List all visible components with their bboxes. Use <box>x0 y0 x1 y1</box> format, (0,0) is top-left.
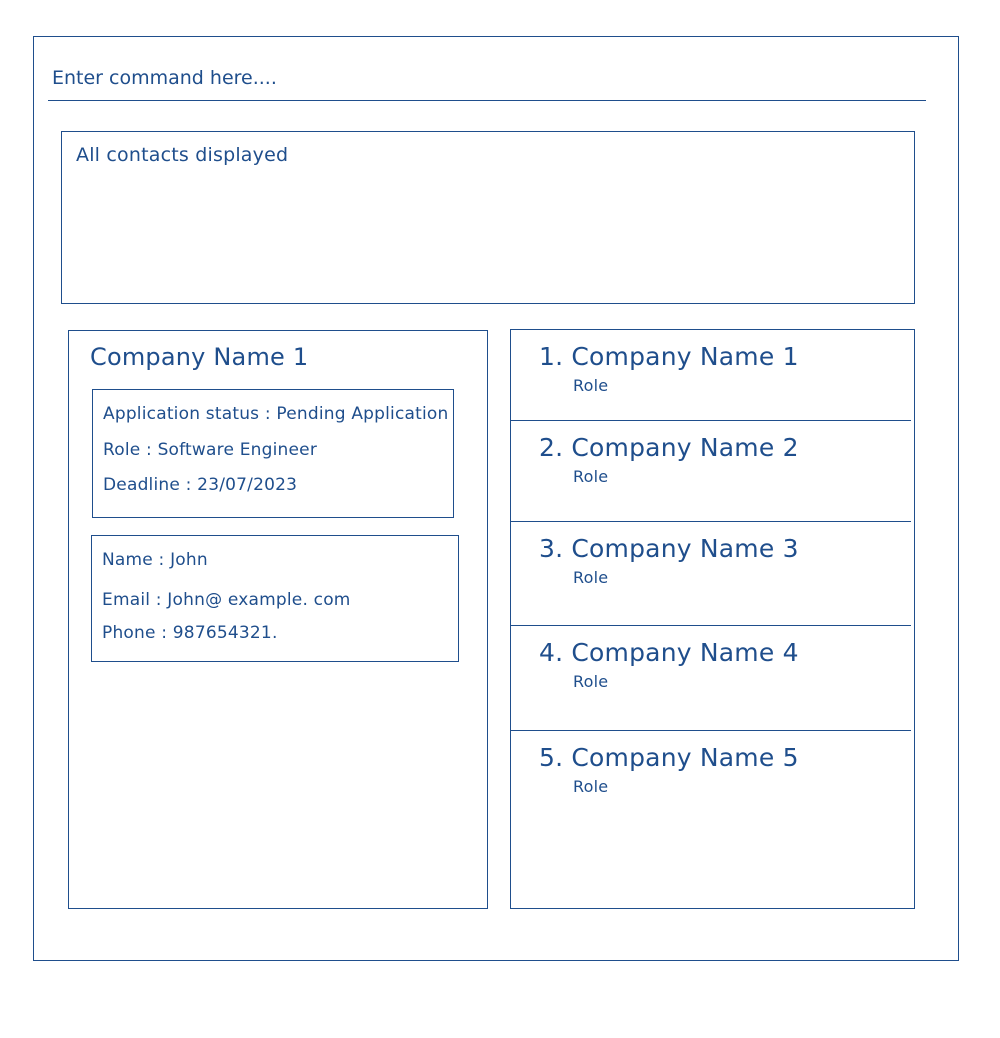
contact-info-card: Name : John Email : John@ example. com P… <box>91 535 459 662</box>
contact-phone: Phone : 987654321. <box>102 623 278 643</box>
list-item-role: Role <box>573 568 609 587</box>
result-display: All contacts displayed <box>61 131 915 304</box>
application-role: Role : Software Engineer <box>103 440 318 460</box>
list-item-name: 2. Company Name 2 <box>539 433 799 462</box>
list-item-role: Role <box>573 777 609 796</box>
list-item-role: Role <box>573 672 609 691</box>
list-item-role: Role <box>573 467 609 486</box>
list-item[interactable]: 5. Company Name 5 Role <box>511 731 911 907</box>
list-item[interactable]: 1. Company Name 1 Role <box>511 330 911 421</box>
list-item[interactable]: 3. Company Name 3 Role <box>511 522 911 626</box>
application-info-card: Application status : Pending Application… <box>92 389 454 518</box>
application-deadline: Deadline : 23/07/2023 <box>103 475 298 495</box>
contact-name: Name : John <box>102 550 208 570</box>
list-item-name: 4. Company Name 4 <box>539 638 799 667</box>
list-item-name: 3. Company Name 3 <box>539 534 799 563</box>
list-item-role: Role <box>573 376 609 395</box>
list-item[interactable]: 4. Company Name 4 Role <box>511 626 911 731</box>
detail-company-name: Company Name 1 <box>90 343 309 371</box>
application-status: Application status : Pending Application <box>103 404 449 424</box>
detail-panel: Company Name 1 Application status : Pend… <box>68 330 488 909</box>
list-item-name: 1. Company Name 1 <box>539 342 799 371</box>
list-item[interactable]: 2. Company Name 2 Role <box>511 421 911 522</box>
result-message: All contacts displayed <box>76 144 289 166</box>
command-input[interactable] <box>48 55 926 101</box>
list-item-name: 5. Company Name 5 <box>539 743 799 772</box>
contact-email: Email : John@ example. com <box>102 590 351 610</box>
company-list: 1. Company Name 1 Role 2. Company Name 2… <box>510 329 915 909</box>
